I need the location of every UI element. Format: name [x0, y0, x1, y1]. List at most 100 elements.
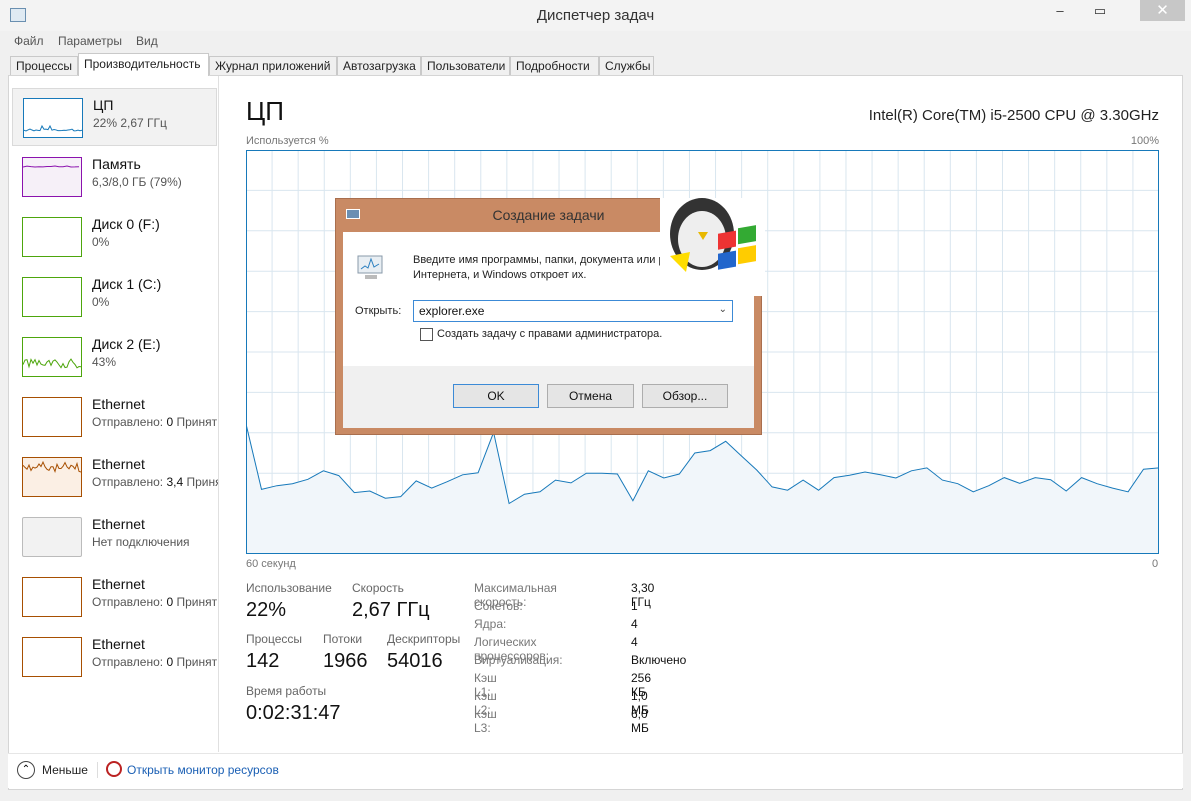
received-label: Принят	[186, 475, 218, 489]
sidebar-item[interactable]: Диск 2 (E:) 43%	[12, 328, 217, 386]
tab-bar: Процессы Производительность Журнал прило…	[8, 53, 1188, 76]
cancel-button[interactable]: Отмена	[547, 384, 634, 408]
received-label: Принят	[176, 415, 217, 429]
tab-details[interactable]: Подробности	[510, 56, 599, 76]
sidebar-thumbnail-graph	[22, 577, 82, 617]
sidebar-item-detail: 0%	[92, 235, 218, 249]
tab-services[interactable]: Службы	[599, 56, 654, 76]
threads-value: 1966	[323, 650, 368, 673]
open-input[interactable]: explorer.exe	[419, 304, 484, 318]
ok-button[interactable]: OK	[453, 384, 539, 408]
sidebar-item-name: Ethernet	[92, 576, 145, 592]
thumbnail-line	[23, 166, 79, 167]
spec-value: 4	[631, 617, 638, 631]
sidebar-item-detail: 43%	[92, 355, 218, 369]
fewer-details-button[interactable]: Меньше	[42, 763, 88, 777]
sidebar-item-detail: 0%	[92, 295, 218, 309]
processes-label: Процессы	[246, 632, 302, 646]
tab-startup[interactable]: Автозагрузка	[337, 56, 421, 76]
menu-view[interactable]: Вид	[136, 34, 158, 48]
speed-value: 2,67 ГГц	[352, 599, 430, 622]
sidebar-item[interactable]: Диск 1 (C:) 0%	[12, 268, 217, 326]
sidebar-item-detail: 22% 2,67 ГГц	[93, 116, 219, 130]
processes-value: 142	[246, 650, 279, 673]
maximize-button[interactable]: ▭	[1080, 0, 1120, 21]
handles-label: Дескрипторы	[387, 632, 460, 646]
sent-label: Отправлено:	[92, 595, 163, 609]
sidebar-item[interactable]: Память 6,3/8,0 ГБ (79%)	[12, 148, 217, 206]
sidebar-item-name: Ethernet	[92, 516, 145, 532]
sidebar-item-name: Диск 1 (C:)	[92, 276, 161, 292]
menu-file[interactable]: Файл	[14, 34, 44, 48]
sidebar-item-detail: Отправлено: 0 Принят	[92, 415, 218, 429]
resource-sidebar: ЦП 22% 2,67 ГГц Память 6,3/8,0 ГБ (79%) Ди…	[8, 76, 219, 752]
sidebar-thumbnail-graph	[23, 98, 83, 138]
sidebar-item-detail: 6,3/8,0 ГБ (79%)	[92, 175, 218, 189]
sidebar-item-name: Ethernet	[92, 636, 145, 652]
usage-axis-label: Используется %	[246, 135, 329, 147]
sidebar-item[interactable]: Ethernet Отправлено: 0 Принят	[12, 628, 217, 686]
spec-label: Кэш L3:	[474, 707, 497, 735]
sidebar-item[interactable]: ЦП 22% 2,67 ГГц	[12, 88, 217, 146]
sent-value: 0	[166, 655, 173, 669]
usage-label: Использование	[246, 581, 332, 595]
open-resource-monitor-link[interactable]: Открыть монитор ресурсов	[127, 763, 279, 777]
sidebar-item-detail: Отправлено: 3,4 Принят	[92, 475, 218, 489]
title-bar: Диспетчер задач ‒ ▭ ✕	[0, 0, 1191, 31]
sidebar-item-name: Ethernet	[92, 456, 145, 472]
sent-value: 3,4	[166, 475, 183, 489]
tab-processes[interactable]: Процессы	[10, 56, 78, 76]
sidebar-item-detail: Отправлено: 0 Принят	[92, 655, 218, 669]
open-combobox[interactable]: explorer.exe ⌄	[413, 300, 733, 322]
chevron-up-icon[interactable]: ⌃	[17, 761, 35, 779]
thumbnail-line	[24, 126, 82, 131]
sidebar-item[interactable]: Ethernet Отправлено: 0 Принят	[12, 568, 217, 626]
spec-value: Включено	[631, 653, 686, 667]
menu-options[interactable]: Параметры	[58, 34, 122, 48]
watermark-logo	[660, 194, 765, 296]
tab-performance[interactable]: Производительность	[78, 53, 209, 76]
received-label: Принят	[176, 655, 217, 669]
usage-value: 22%	[246, 599, 286, 622]
sidebar-thumbnail-graph	[22, 217, 82, 257]
sidebar-item[interactable]: Ethernet Отправлено: 3,4 Принят	[12, 448, 217, 506]
chevron-down-icon[interactable]: ⌄	[719, 304, 727, 315]
received-label: Принят	[176, 595, 217, 609]
time-right-label: 0	[1152, 558, 1158, 570]
browse-button[interactable]: Обзор...	[642, 384, 728, 408]
tab-app-history[interactable]: Журнал приложений	[209, 56, 337, 76]
menu-bar: Файл Параметры Вид	[0, 32, 1191, 52]
window-title: Диспетчер задач	[0, 7, 1191, 24]
footer: ⌃ Меньше Открыть монитор ресурсов	[8, 753, 1183, 788]
sidebar-item[interactable]: Диск 0 (F:) 0%	[12, 208, 217, 266]
sent-value: 0	[166, 415, 173, 429]
sidebar-item[interactable]: Ethernet Нет подключения	[12, 508, 217, 566]
sidebar-item-name: Память	[92, 156, 141, 172]
cpu-model: Intel(R) Core(TM) i5-2500 CPU @ 3.30GHz	[869, 107, 1159, 124]
sidebar-item-detail: Нет подключения	[92, 535, 218, 549]
thumbnail-line	[23, 359, 81, 368]
minimize-button[interactable]: ‒	[1040, 0, 1080, 21]
app-monitor-icon	[356, 254, 386, 282]
threads-label: Потоки	[323, 632, 362, 646]
admin-checkbox[interactable]	[420, 328, 433, 341]
sidebar-thumbnail-graph	[22, 277, 82, 317]
sidebar-item[interactable]: Ethernet Отправлено: 0 Принят	[12, 388, 217, 446]
dialog-button-area: OK Отмена Обзор...	[343, 366, 754, 428]
sent-label: Отправлено:	[92, 415, 163, 429]
open-label: Открыть:	[355, 305, 401, 317]
spec-value: 4	[631, 635, 638, 649]
sidebar-item-name: ЦП	[93, 97, 113, 113]
speed-label: Скорость	[352, 581, 404, 595]
sent-label: Отправлено:	[92, 475, 163, 489]
sidebar-item-name: Ethernet	[92, 396, 145, 412]
spec-label: Сокетов:	[474, 599, 523, 613]
close-button[interactable]: ✕	[1140, 0, 1185, 21]
tab-users[interactable]: Пользователи	[421, 56, 510, 76]
sidebar-item-name: Диск 0 (F:)	[92, 216, 160, 232]
divider	[97, 762, 98, 778]
admin-checkbox-label[interactable]: Создать задачу с правами администратора.	[437, 328, 662, 340]
sidebar-thumbnail-graph	[22, 637, 82, 677]
dialog-text-line1: Введите имя программы, папки, документа …	[413, 254, 663, 266]
uptime-label: Время работы	[246, 684, 326, 698]
